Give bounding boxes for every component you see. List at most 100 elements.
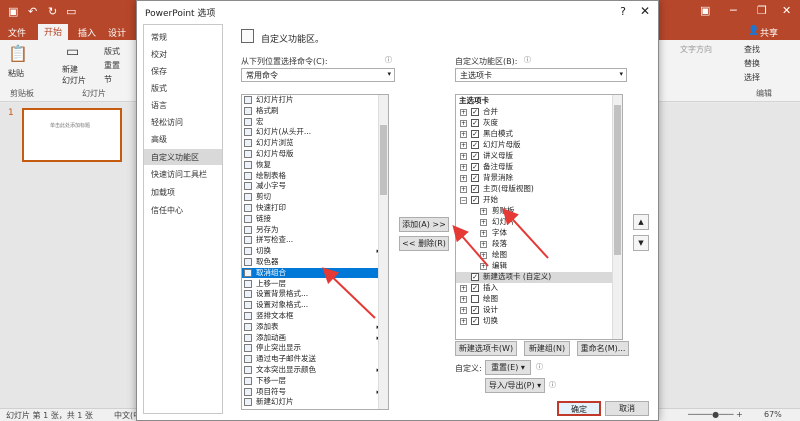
tree-item[interactable]: + ✓ 合并 bbox=[456, 107, 622, 118]
tree-item[interactable]: + 编辑 bbox=[456, 261, 622, 272]
add-button[interactable]: 添加(A) >> bbox=[399, 217, 449, 232]
tree-item[interactable]: + 段落 bbox=[456, 239, 622, 250]
close-icon[interactable]: ✕ bbox=[640, 4, 650, 18]
collapse-icon[interactable]: − bbox=[460, 197, 467, 204]
tab-checkbox[interactable]: ✓ bbox=[471, 152, 479, 160]
expand-icon[interactable]: + bbox=[460, 109, 467, 116]
tree-item[interactable]: + 字体 bbox=[456, 228, 622, 239]
tree-item[interactable]: + ✓ 设计 bbox=[456, 305, 622, 316]
tab-checkbox[interactable]: ✓ bbox=[471, 273, 479, 281]
customize-ribbon-dropdown[interactable]: 主选项卡 ▾ bbox=[455, 68, 627, 82]
command-item[interactable]: 快速打印 bbox=[242, 203, 388, 214]
tab-checkbox[interactable]: ✓ bbox=[471, 108, 479, 116]
reset-button[interactable]: 重置(E) ▾ bbox=[485, 360, 531, 375]
tree-item[interactable]: + ✓ 切换 bbox=[456, 316, 622, 327]
tree-item[interactable]: + ✓ 黑白模式 bbox=[456, 129, 622, 140]
tree-item[interactable]: + ✓ 灰度 bbox=[456, 118, 622, 129]
expand-icon[interactable]: + bbox=[460, 131, 467, 138]
tab-file[interactable]: 文件 bbox=[8, 26, 26, 39]
command-item[interactable]: 恢复 bbox=[242, 160, 388, 171]
restore-icon[interactable]: ❐ bbox=[757, 4, 767, 17]
expand-icon[interactable]: + bbox=[460, 285, 467, 292]
expand-icon[interactable]: + bbox=[460, 318, 467, 325]
ribbon-options-icon[interactable]: ▣ bbox=[700, 4, 710, 17]
command-item[interactable]: 通过电子邮件发送 bbox=[242, 354, 388, 365]
commands-scrollbar[interactable] bbox=[378, 95, 388, 409]
expand-icon[interactable]: + bbox=[480, 230, 487, 237]
nav-save[interactable]: 保存 bbox=[144, 63, 222, 79]
close-app-icon[interactable]: ✕ bbox=[782, 4, 791, 17]
select-button[interactable]: 选择 bbox=[744, 72, 760, 83]
command-item[interactable]: 添加动画▸ bbox=[242, 333, 388, 344]
tab-insert[interactable]: 插入 bbox=[78, 26, 96, 39]
expand-icon[interactable]: + bbox=[460, 164, 467, 171]
replace-button[interactable]: 替换 bbox=[744, 58, 760, 69]
info-icon-3[interactable]: ⓘ bbox=[536, 362, 543, 372]
cancel-button[interactable]: 取消 bbox=[605, 401, 649, 416]
tree-item[interactable]: + 幻灯片 bbox=[456, 217, 622, 228]
info-icon-2[interactable]: ⓘ bbox=[524, 55, 531, 65]
expand-icon[interactable]: + bbox=[460, 307, 467, 314]
nav-accessibility[interactable]: 轻松访问 bbox=[144, 114, 222, 130]
tree-item[interactable]: + ✓ 备注母版 bbox=[456, 162, 622, 173]
expand-icon[interactable]: + bbox=[460, 186, 467, 193]
minimize-icon[interactable]: ─ bbox=[730, 4, 737, 17]
command-item[interactable]: 上移一层 bbox=[242, 279, 388, 290]
command-item[interactable]: 幻灯片浏览 bbox=[242, 138, 388, 149]
tab-checkbox[interactable]: ✓ bbox=[471, 306, 479, 314]
expand-icon[interactable]: + bbox=[460, 142, 467, 149]
tab-checkbox[interactable]: ✓ bbox=[471, 174, 479, 182]
tree-item[interactable]: + 绘图 bbox=[456, 250, 622, 261]
command-item[interactable]: 减小字号 bbox=[242, 181, 388, 192]
command-item[interactable]: 设置背景格式... bbox=[242, 289, 388, 300]
command-item[interactable]: 绘制表格 bbox=[242, 171, 388, 182]
undo-icon[interactable]: ↶ bbox=[28, 5, 37, 18]
expand-icon[interactable]: + bbox=[480, 263, 487, 270]
info-icon[interactable]: ⓘ bbox=[385, 55, 392, 65]
tree-item[interactable]: + ✓ 幻灯片母版 bbox=[456, 140, 622, 151]
new-slide-icon[interactable]: ▭ bbox=[66, 44, 79, 60]
tab-checkbox[interactable]: ✓ bbox=[471, 130, 479, 138]
command-item[interactable]: 竖排文本框 bbox=[242, 311, 388, 322]
tree-scrollbar[interactable] bbox=[612, 95, 622, 339]
redo-icon[interactable]: ↻ bbox=[48, 5, 57, 18]
save-icon[interactable]: ▣ bbox=[8, 5, 18, 18]
tab-checkbox[interactable]: ✓ bbox=[471, 196, 479, 204]
expand-icon[interactable]: + bbox=[460, 153, 467, 160]
nav-advanced[interactable]: 高级 bbox=[144, 131, 222, 147]
new-slide-button[interactable]: 新建 幻灯片 bbox=[62, 64, 86, 86]
command-item[interactable]: 文本突出显示颜色▸ bbox=[242, 365, 388, 376]
tab-design[interactable]: 设计 bbox=[108, 26, 126, 39]
tree-item[interactable]: + 绘图 bbox=[456, 294, 622, 305]
paste-icon[interactable]: 📋 bbox=[8, 44, 28, 63]
command-item[interactable]: 格式刷 bbox=[242, 106, 388, 117]
tree-item[interactable]: + ✓ 插入 bbox=[456, 283, 622, 294]
layout-button[interactable]: 版式 bbox=[104, 46, 120, 57]
tab-home[interactable]: 开始 bbox=[38, 24, 69, 40]
scroll-thumb[interactable] bbox=[380, 125, 387, 195]
import-export-button[interactable]: 导入/导出(P) ▾ bbox=[485, 378, 545, 393]
tree-item[interactable]: + ✓ 讲义母版 bbox=[456, 151, 622, 162]
user-icon[interactable]: 👤 bbox=[748, 26, 759, 36]
command-item[interactable]: 拼写检查... bbox=[242, 235, 388, 246]
nav-addins[interactable]: 加载项 bbox=[144, 184, 222, 200]
expand-icon[interactable]: + bbox=[460, 296, 467, 303]
reset-slide-button[interactable]: 重置 bbox=[104, 60, 120, 71]
command-item[interactable]: 停止突出显示 bbox=[242, 343, 388, 354]
expand-icon[interactable]: + bbox=[460, 120, 467, 127]
move-down-button[interactable]: ▼ bbox=[633, 235, 649, 251]
find-button[interactable]: 查找 bbox=[744, 44, 760, 55]
command-item[interactable]: 链接 bbox=[242, 214, 388, 225]
commands-list[interactable]: 幻灯片打片 格式刷宏幻灯片(从头开... 幻灯片浏览 幻灯片母版 恢复 绘制表格 减小字号剪… bbox=[241, 94, 389, 410]
expand-icon[interactable]: + bbox=[480, 208, 487, 215]
nav-quick-access[interactable]: 快速访问工具栏 bbox=[144, 166, 222, 182]
zoom-slider[interactable]: ─────●─── + bbox=[688, 410, 743, 419]
nav-customize-ribbon[interactable]: 自定义功能区 bbox=[144, 149, 222, 165]
new-group-button[interactable]: 新建组(N) bbox=[524, 341, 570, 356]
expand-icon[interactable]: + bbox=[480, 241, 487, 248]
ribbon-tree[interactable]: 主选项卡 + ✓ 合并 + ✓ 灰度 + ✓ 黑白模式 + ✓ 幻灯片母版 + ✓ 讲义母版 + ✓ 备注母版 + ✓… bbox=[455, 94, 623, 340]
expand-icon[interactable]: + bbox=[480, 252, 487, 259]
slide-thumbnail[interactable] bbox=[22, 108, 122, 162]
zoom-level[interactable]: 67% bbox=[764, 410, 782, 419]
tree-item[interactable]: + 剪贴板 bbox=[456, 206, 622, 217]
